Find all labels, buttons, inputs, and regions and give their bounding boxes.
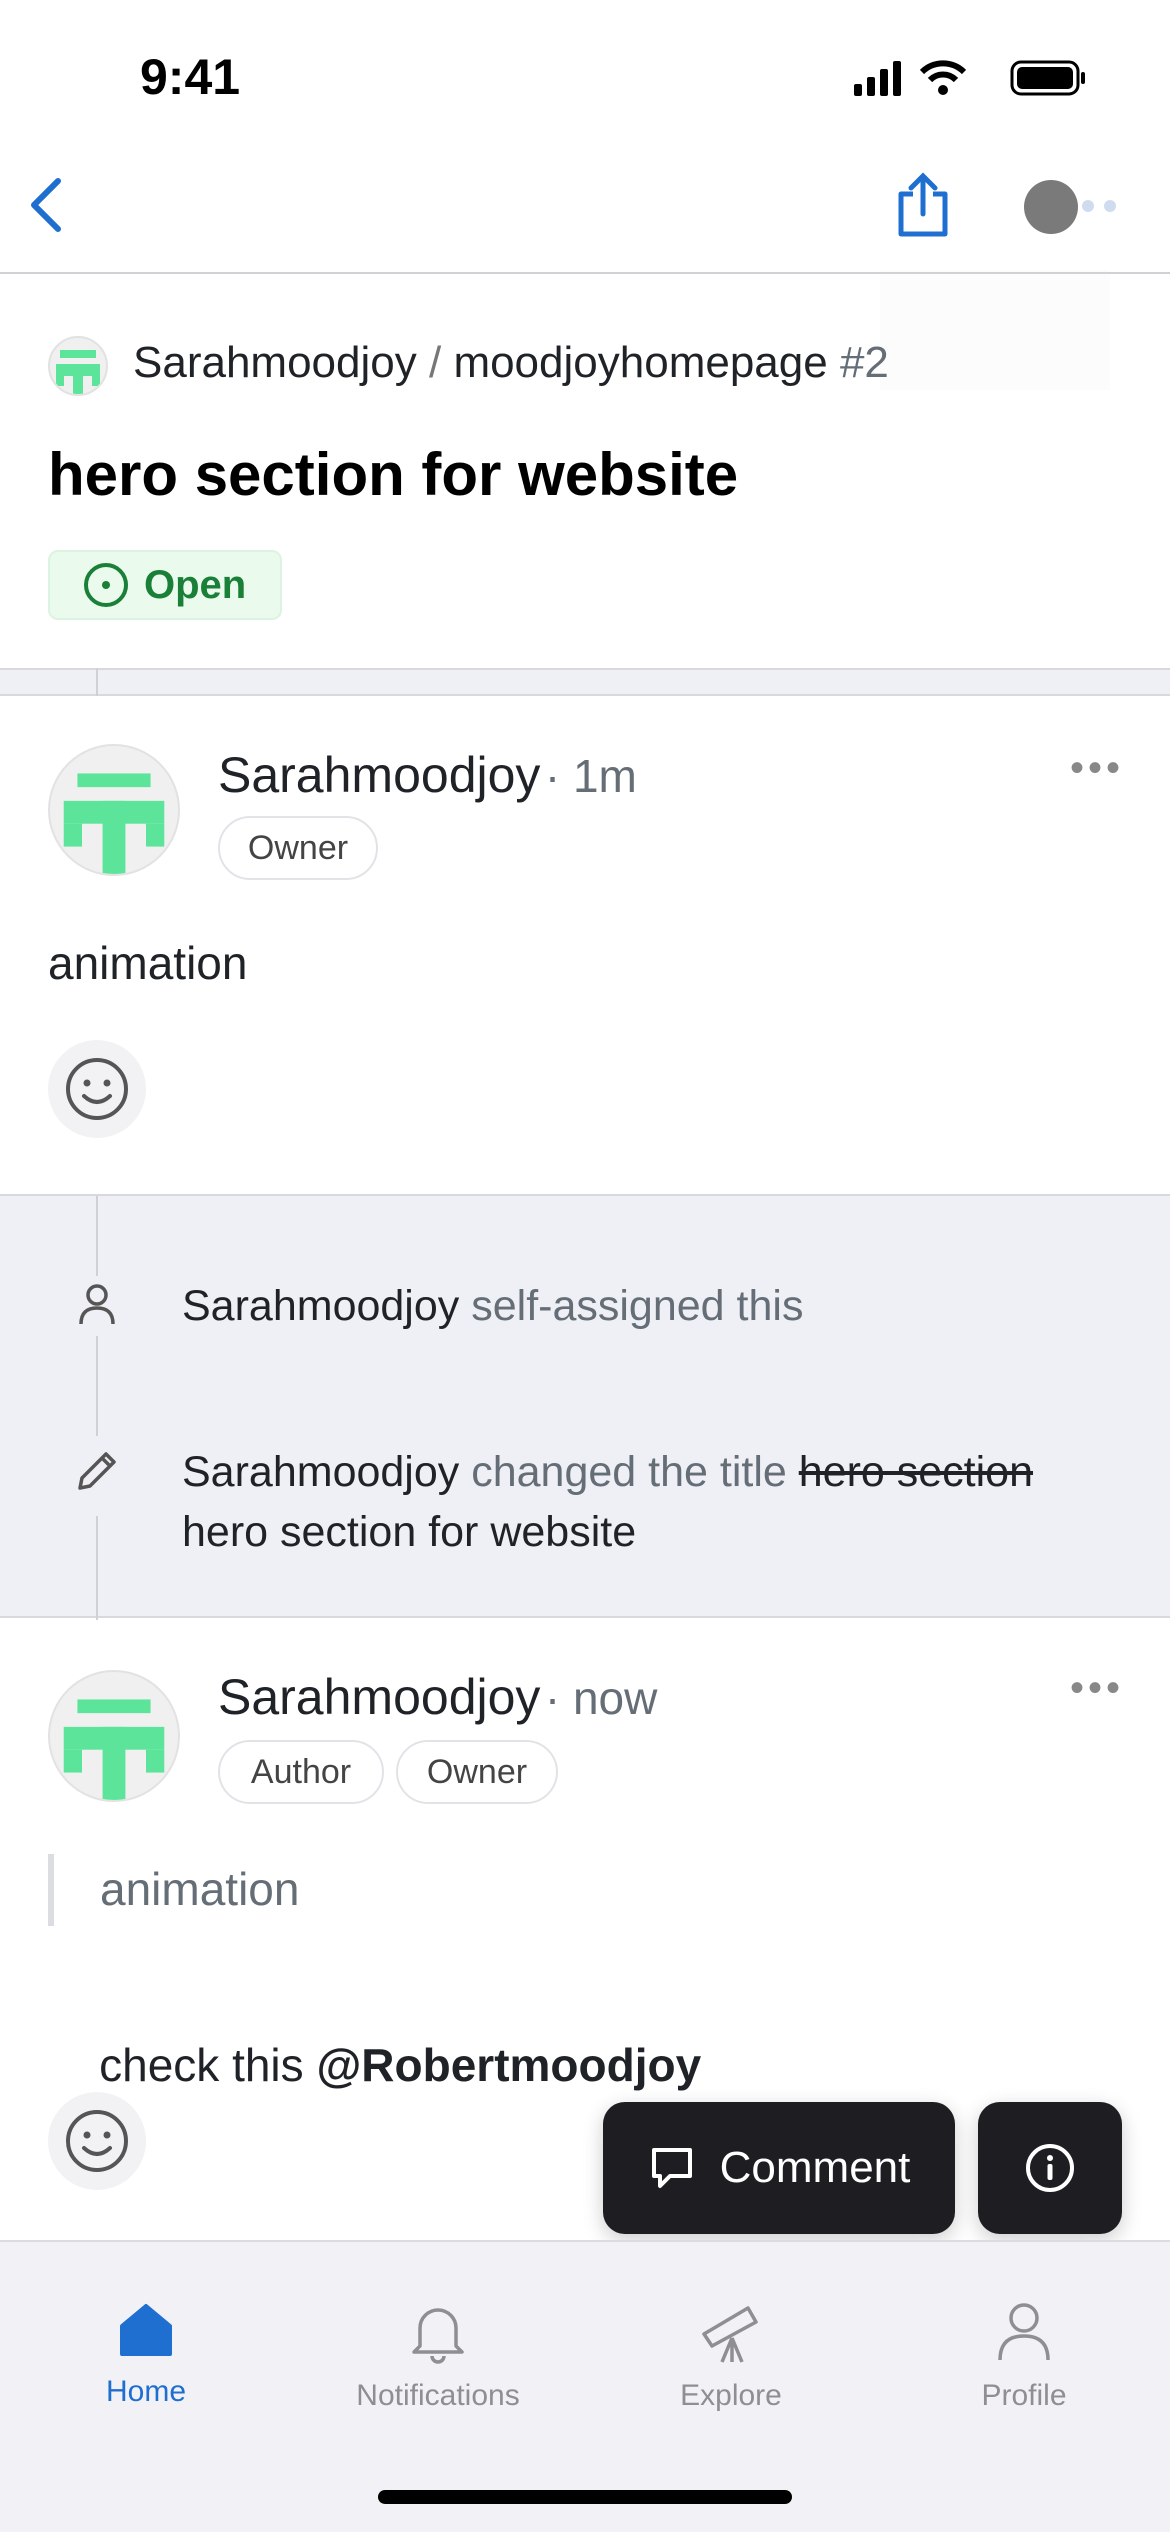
quoted-text: animation — [100, 1863, 300, 1915]
faded-menu — [880, 270, 1110, 390]
author-badge: Author — [218, 1740, 384, 1804]
share-button[interactable] — [895, 170, 951, 240]
comment-button[interactable]: Comment — [603, 2102, 955, 2234]
author-avatar[interactable] — [48, 744, 180, 876]
add-reaction-button[interactable] — [48, 2092, 146, 2190]
repo-name[interactable]: moodjoyhomepage — [453, 338, 827, 387]
timeline-line — [96, 1196, 98, 1620]
more-icon — [1024, 180, 1116, 234]
tab-profile[interactable]: Profile — [878, 2300, 1170, 2413]
owner-badge: Owner — [218, 816, 378, 880]
repo-owner[interactable]: Sarahmoodjoy — [133, 338, 417, 387]
timeline-line — [96, 668, 98, 696]
comment-time: · now — [544, 1672, 658, 1724]
status-badge: Open — [48, 550, 282, 620]
nav-divider — [0, 272, 1170, 274]
comment-more-button[interactable]: ••• — [1070, 1666, 1124, 1711]
more-button[interactable] — [1020, 180, 1120, 236]
status-time: 9:41 — [140, 49, 241, 105]
person-icon — [79, 1284, 115, 1325]
old-title: hero section — [798, 1448, 1034, 1496]
comment-1: Sarahmoodjoy · 1m Owner ••• animation — [0, 696, 1170, 1194]
body-text: check this — [99, 2039, 317, 2091]
comment-more-button[interactable]: ••• — [1070, 746, 1124, 791]
comment-label: Comment — [719, 2143, 911, 2192]
new-title: hero section for website — [182, 1508, 637, 1556]
status-icons — [852, 58, 1092, 103]
tab-label: Profile — [981, 2379, 1067, 2412]
status-label: Open — [144, 562, 247, 607]
bell-icon — [412, 2308, 464, 2364]
timeline-events: Sarahmoodjoy self-assigned this Sarahmoo… — [0, 1194, 1170, 1620]
timeline-event-assigned: Sarahmoodjoy self-assigned this — [182, 1276, 803, 1336]
signal-wifi-battery-icon — [854, 60, 1085, 96]
repo-owner-avatar — [48, 336, 108, 396]
smiley-icon — [66, 2110, 128, 2172]
info-icon — [1026, 2144, 1074, 2192]
back-button[interactable] — [22, 175, 72, 235]
tab-notifications[interactable]: Notifications — [292, 2300, 584, 2413]
identicon-icon — [63, 1699, 165, 1800]
add-reaction-button[interactable] — [48, 1040, 146, 1138]
smiley-icon — [66, 1058, 128, 1120]
home-indicator[interactable] — [378, 2490, 792, 2504]
tab-label: Notifications — [356, 2379, 520, 2412]
comment-icon — [651, 2148, 692, 2188]
event-actor[interactable]: Sarahmoodjoy — [182, 1282, 459, 1330]
timeline-event-renamed: Sarahmoodjoy changed the title hero sect… — [182, 1442, 1142, 1562]
identicon-icon — [56, 350, 100, 394]
tab-label: Home — [105, 2375, 187, 2408]
issue-open-icon — [84, 563, 128, 607]
event-text: self-assigned this — [459, 1282, 804, 1330]
author-avatar[interactable] — [48, 1670, 180, 1802]
user-mention[interactable]: @Robertmoodjoy — [316, 2039, 701, 2091]
repo-breadcrumb[interactable]: Sarahmoodjoy / moodjoyhomepage #2 — [133, 338, 889, 388]
identicon-icon — [63, 773, 165, 874]
event-actor[interactable]: Sarahmoodjoy — [182, 1448, 459, 1496]
quote-bar — [48, 1854, 54, 1926]
pencil-icon — [78, 1452, 116, 1490]
person-icon — [998, 2303, 1050, 2361]
tab-home[interactable]: Home — [0, 2300, 292, 2409]
comment-time: · 1m — [544, 750, 637, 802]
tab-label: Explore — [680, 2379, 782, 2412]
share-icon — [898, 172, 948, 237]
chevron-left-icon — [31, 178, 61, 232]
breadcrumb-separator: / — [428, 338, 442, 387]
tab-explore[interactable]: Explore — [585, 2300, 877, 2413]
info-button[interactable] — [978, 2102, 1122, 2234]
comment-body: animation — [48, 937, 248, 989]
telescope-icon — [702, 2306, 758, 2363]
issue-number: #2 — [839, 338, 889, 387]
section-gap — [0, 668, 1170, 696]
home-icon — [120, 2304, 172, 2356]
comment-author[interactable]: Sarahmoodjoy — [218, 1669, 540, 1725]
issue-title: hero section for website — [48, 441, 739, 508]
event-text: changed the title — [459, 1448, 799, 1496]
owner-badge: Owner — [396, 1740, 558, 1804]
comment-author[interactable]: Sarahmoodjoy — [218, 747, 540, 803]
